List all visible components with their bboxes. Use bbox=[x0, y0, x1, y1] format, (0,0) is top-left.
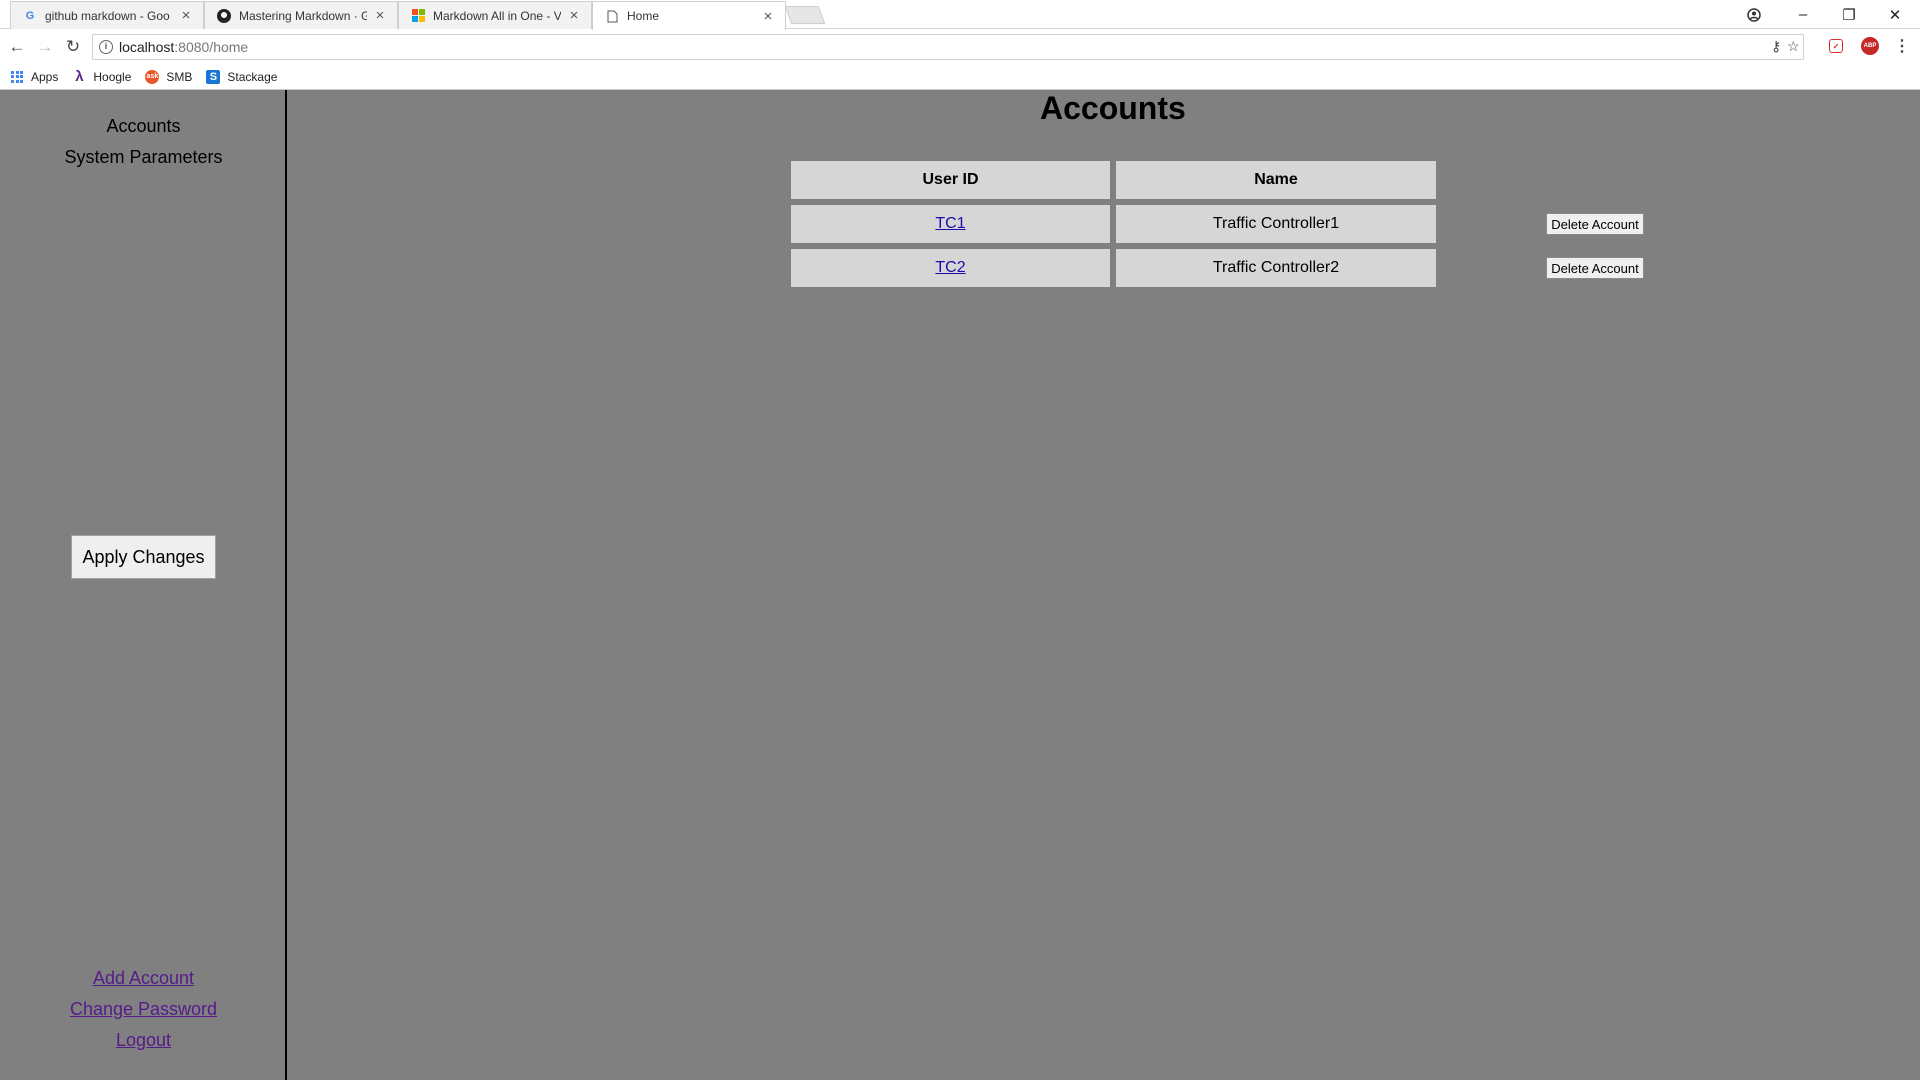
tab-title: Home bbox=[627, 9, 660, 23]
github-icon bbox=[217, 8, 231, 23]
sidebar: Accounts System Parameters Apply Changes… bbox=[0, 90, 287, 1080]
google-icon: G bbox=[25, 9, 35, 22]
new-tab-button[interactable] bbox=[784, 6, 826, 24]
info-icon[interactable]: i bbox=[99, 40, 113, 54]
url-input[interactable]: i localhost:8080/home ⚷ ☆ bbox=[92, 34, 1804, 60]
url-path: :8080/home bbox=[174, 39, 249, 55]
bookmark-apps[interactable]: Apps bbox=[10, 70, 58, 84]
stackage-icon: S bbox=[206, 69, 221, 84]
page-title: Accounts bbox=[1040, 90, 1186, 126]
tab-title: Markdown All in One - V bbox=[433, 8, 561, 23]
lambda-icon: λ bbox=[75, 68, 84, 85]
apply-changes-button[interactable]: Apply Changes bbox=[71, 535, 216, 579]
delete-account-button[interactable]: Delete Account bbox=[1546, 213, 1644, 235]
key-icon[interactable]: ⚷ bbox=[1771, 38, 1781, 55]
smb-icon: ask bbox=[145, 69, 160, 84]
change-password-link[interactable]: Change Password bbox=[0, 999, 287, 1020]
column-header-name: Name bbox=[1116, 161, 1436, 199]
bookmark-hoogle[interactable]: λ Hoogle bbox=[72, 68, 132, 85]
adblock-icon[interactable]: ABP bbox=[1861, 37, 1879, 55]
star-icon[interactable]: ☆ bbox=[1787, 38, 1800, 55]
table-cell-name: Traffic Controller2 bbox=[1116, 249, 1436, 287]
tab-title: github markdown - Goo bbox=[45, 8, 170, 23]
bookmark-label: Stackage bbox=[227, 69, 278, 84]
window-close-icon[interactable]: ✕ bbox=[1872, 0, 1918, 29]
close-icon[interactable]: × bbox=[373, 7, 387, 24]
bookmark-smb[interactable]: ask SMB bbox=[145, 69, 193, 84]
pocket-icon[interactable]: ✓ bbox=[1829, 39, 1843, 53]
column-header-user-id: User ID bbox=[791, 161, 1110, 199]
reload-icon[interactable]: ↻ bbox=[61, 35, 85, 59]
close-icon[interactable]: × bbox=[567, 7, 581, 24]
microsoft-icon bbox=[411, 9, 425, 23]
minimize-icon[interactable]: – bbox=[1780, 0, 1826, 29]
bookmark-stackage[interactable]: S Stackage bbox=[206, 69, 278, 84]
tab-strip: G github markdown - Goo × Mastering Mark… bbox=[0, 0, 1920, 30]
logout-link[interactable]: Logout bbox=[0, 1030, 287, 1051]
tab-github-markdown-google[interactable]: G github markdown - Goo × bbox=[10, 1, 204, 29]
tab-home[interactable]: Home × bbox=[592, 1, 786, 30]
bookmark-label: Apps bbox=[31, 69, 59, 84]
delete-account-button[interactable]: Delete Account bbox=[1546, 257, 1644, 279]
page-icon bbox=[605, 9, 619, 23]
restore-icon[interactable]: ❐ bbox=[1826, 0, 1872, 29]
sidebar-item-accounts[interactable]: Accounts bbox=[0, 116, 287, 137]
back-icon[interactable]: ← bbox=[5, 35, 29, 59]
tab-title: Mastering Markdown · G bbox=[239, 8, 367, 23]
forward-icon[interactable]: → bbox=[33, 35, 57, 59]
address-bar-row: ← → ↻ i localhost:8080/home ⚷ ☆ ✓ ABP ⋮ bbox=[0, 30, 1920, 64]
bookmarks-bar: Apps λ Hoogle ask SMB S Stackage bbox=[0, 64, 1920, 90]
user-id-link[interactable]: TC1 bbox=[935, 215, 965, 233]
bookmark-label: Hoogle bbox=[93, 69, 132, 84]
table-cell-user-id: TC2 bbox=[791, 249, 1110, 287]
table-cell-user-id: TC1 bbox=[791, 205, 1110, 243]
menu-icon[interactable]: ⋮ bbox=[1893, 37, 1911, 55]
profile-icon[interactable] bbox=[1731, 0, 1777, 29]
close-icon[interactable]: × bbox=[179, 7, 193, 24]
tab-mastering-markdown[interactable]: Mastering Markdown · G × bbox=[204, 1, 398, 29]
url-host: localhost bbox=[119, 39, 175, 55]
close-icon[interactable]: × bbox=[761, 8, 775, 25]
bookmark-label: SMB bbox=[166, 69, 193, 84]
tab-markdown-all-in-one[interactable]: Markdown All in One - V × bbox=[398, 1, 592, 29]
add-account-link[interactable]: Add Account bbox=[0, 968, 287, 989]
table-cell-name: Traffic Controller1 bbox=[1116, 205, 1436, 243]
page-viewport: Accounts System Parameters Apply Changes… bbox=[0, 90, 1920, 1080]
apps-grid-icon bbox=[10, 70, 24, 84]
user-id-link[interactable]: TC2 bbox=[935, 259, 965, 277]
sidebar-item-system-parameters[interactable]: System Parameters bbox=[0, 147, 287, 168]
